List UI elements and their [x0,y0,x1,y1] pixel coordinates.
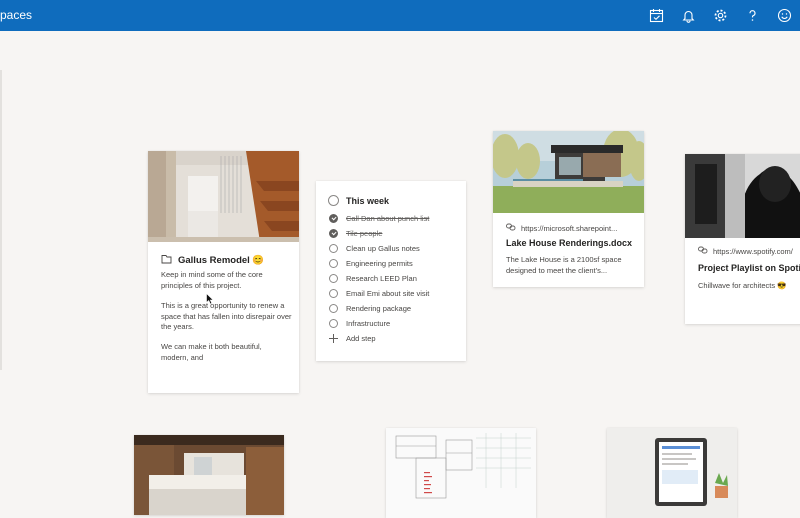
topbar-icons [640,0,800,31]
add-step-label: Add step [346,334,376,343]
help-icon[interactable] [736,0,768,31]
left-edge [0,70,2,370]
task-list: Call Dan about punch list Tile people Cl… [329,211,459,346]
task-label: Research LEED Plan [346,274,417,283]
task-label: Email Emi about site visit [346,289,430,298]
add-step-button[interactable]: Add step [329,331,459,346]
link-url[interactable]: https://www.spotify.com/ [713,247,793,256]
circle-icon[interactable] [329,304,338,313]
link-icon [506,223,516,233]
card-gallus-remodel[interactable]: Gallus Remodel 😊 Keep in mind some of th… [148,151,299,393]
task-item[interactable]: Infrastructure [329,316,459,331]
link-row: https://microsoft.sharepoint... [506,223,617,233]
card-title: Project Playlist on Spotify [698,263,800,273]
task-label: Clean up Gallus notes [346,244,420,253]
card-title: Gallus Remodel 😊 [178,255,265,266]
task-item[interactable]: Rendering package [329,301,459,316]
circle-icon[interactable] [329,274,338,283]
task-list-title: This week [346,195,390,206]
task-label: Rendering package [346,304,412,313]
task-label: Engineering permits [346,259,413,268]
notebook-icon [161,254,172,267]
checked-circle-icon[interactable] [329,214,338,223]
card-spotify-playlist[interactable]: https://www.spotify.com/ Project Playlis… [685,154,800,324]
circle-icon[interactable] [329,244,338,253]
device-mockup-image [607,428,737,518]
circle-icon[interactable] [329,259,338,268]
card-description: The Lake House is a 2100sf space designe… [506,255,622,275]
task-item[interactable]: Call Dan about punch list [329,211,459,226]
stair-photo [148,151,299,242]
card-task-list[interactable]: This week Call Dan about punch list Tile… [316,181,466,361]
bell-icon[interactable] [672,0,704,31]
mouse-cursor [206,292,214,310]
card-device-mockup[interactable] [607,428,737,518]
gear-icon[interactable] [704,0,736,31]
task-item[interactable]: Clean up Gallus notes [329,241,459,256]
card-kitchen-photo[interactable] [134,435,284,515]
card-lake-house[interactable]: https://microsoft.sharepoint... Lake Hou… [493,131,644,287]
task-label: Tile people [346,229,383,238]
top-bar: paces [0,0,800,31]
calendar-check-icon[interactable] [640,0,672,31]
card-title: Lake House Renderings.docx [506,238,633,248]
task-label: Call Dan about punch list [346,214,430,223]
kitchen-photo [134,435,284,515]
checked-circle-icon[interactable] [329,229,338,238]
card-paragraph: Keep in mind some of the core principles… [161,270,263,290]
link-row: https://www.spotify.com/ [698,246,793,256]
task-item[interactable]: Tile people [329,226,459,241]
circle-icon[interactable] [329,319,338,328]
card-paragraph: We can make it both beautiful, modern, a… [161,342,262,362]
plus-icon [329,334,338,343]
floor-plan-image [386,428,536,518]
link-url[interactable]: https://microsoft.sharepoint... [521,224,617,233]
task-label: Infrastructure [346,319,391,328]
card-floor-plan[interactable] [386,428,536,518]
link-icon [698,246,708,256]
circle-icon[interactable] [329,289,338,298]
playlist-photo [685,154,800,238]
card-title-row: Gallus Remodel 😊 [161,254,264,267]
list-circle-icon[interactable] [328,195,339,206]
lake-house-rendering [493,131,644,213]
task-item[interactable]: Research LEED Plan [329,271,459,286]
task-list-header: This week [328,195,389,206]
card-description: Chillwave for architects 😎 [698,281,787,290]
task-item[interactable]: Engineering permits [329,256,459,271]
smiley-icon[interactable] [768,0,800,31]
card-paragraph: This is a great opportunity to renew a s… [161,301,292,331]
app-title: paces [0,8,33,22]
task-item[interactable]: Email Emi about site visit [329,286,459,301]
